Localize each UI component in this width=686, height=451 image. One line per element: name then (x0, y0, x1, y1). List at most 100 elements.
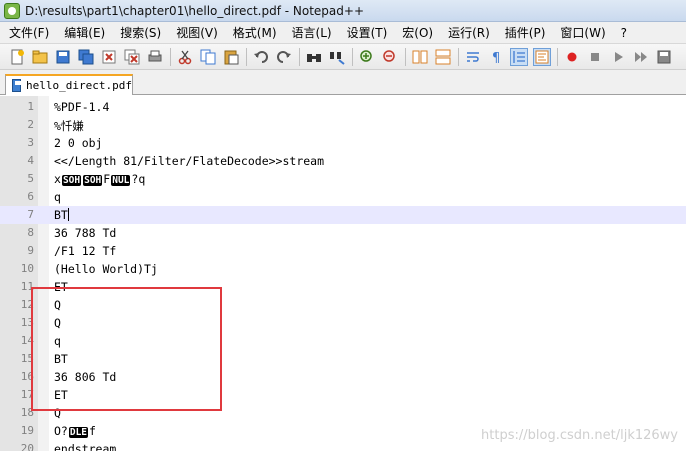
code-text: q (54, 190, 61, 204)
line-number: 2 (27, 118, 34, 131)
code-text: 2 0 obj (54, 136, 102, 150)
saved-file-icon (12, 79, 23, 92)
menu-item-7[interactable]: 宏(O) (393, 24, 439, 41)
toolbar-separator (557, 47, 558, 66)
copy-icon[interactable] (199, 48, 217, 66)
redo-icon[interactable] (275, 48, 293, 66)
play-macro-icon[interactable] (609, 48, 627, 66)
code-fragment: x (54, 172, 61, 186)
line-number: 10 (20, 262, 34, 275)
word-wrap-icon[interactable] (464, 48, 482, 66)
line-number: 18 (20, 406, 34, 419)
stop-record-icon[interactable] (586, 48, 604, 66)
code-text: %PDF-1.4 (54, 100, 109, 114)
open-file-icon[interactable] (31, 48, 49, 66)
replace-icon[interactable] (328, 48, 346, 66)
line-number: 3 (27, 136, 34, 149)
run-multiple-icon[interactable] (632, 48, 650, 66)
find-icon[interactable] (305, 48, 323, 66)
watermark: https://blog.csdn.net/ljk126wy (481, 428, 678, 443)
code-text: <</Length 81/Filter/FlateDecode>>stream (54, 154, 324, 168)
code-text: BT (54, 208, 69, 222)
code-fragment: ?q (131, 172, 146, 186)
new-file-icon[interactable] (8, 48, 26, 66)
close-icon[interactable] (100, 48, 118, 66)
line-number: 8 (27, 226, 34, 239)
code-fragment: q (54, 190, 61, 204)
line-number: 13 (20, 316, 34, 329)
line-number: 14 (20, 334, 34, 347)
menu-item-4[interactable]: 格式(M) (224, 24, 283, 41)
tab-strip: hello_direct.pdf (0, 70, 686, 95)
code-text: 36 788 Td (54, 226, 116, 240)
toolbar-separator (405, 47, 406, 66)
code-line[interactable]: 4 <</Length 81/Filter/FlateDecode>>stream (0, 152, 686, 170)
sync-horizontal-icon[interactable] (434, 48, 452, 66)
code-fragment: F (103, 172, 111, 186)
tab-hello-direct-pdf[interactable]: hello_direct.pdf (5, 74, 133, 95)
code-text: O? DLE f (54, 424, 96, 438)
line-number: 15 (20, 352, 34, 365)
toolbar-separator (246, 47, 247, 66)
code-line[interactable]: 2 %忏嫌 (0, 116, 686, 134)
code-fragment: O? (54, 424, 68, 438)
control-char-badge: SOH (61, 175, 82, 186)
print-icon[interactable] (146, 48, 164, 66)
document-map-icon[interactable] (533, 47, 551, 66)
code-fragment: BT (54, 208, 68, 222)
notepadpp-app-icon (4, 2, 20, 19)
code-line[interactable]: 9/F1 12 Tf (0, 242, 686, 260)
line-number: 11 (20, 280, 34, 293)
code-fragment: endstream (54, 442, 117, 451)
zoom-in-icon[interactable] (358, 48, 376, 66)
undo-icon[interactable] (252, 48, 270, 66)
svg-text:¶: ¶ (492, 51, 500, 65)
code-line[interactable]: 10 (Hello World)Tj (0, 260, 686, 278)
code-line[interactable]: 7 BT (0, 206, 686, 224)
code-line[interactable]: 8 36 788 Td (0, 224, 686, 242)
menu-item-8[interactable]: 运行(R) (439, 24, 496, 41)
menu-item-9[interactable]: 插件(P) (496, 24, 552, 41)
code-fragment: <</Length 81/Filter/FlateDecode>>stream (54, 154, 325, 168)
sync-vertical-icon[interactable] (411, 48, 429, 66)
code-line[interactable]: 6q (0, 188, 686, 206)
line-number: 7 (27, 208, 34, 221)
title-bar: D:\results\part1\chapter01\hello_direct.… (0, 0, 686, 22)
line-number: 9 (27, 244, 34, 257)
toolbar-separator (170, 47, 171, 66)
code-text: endstream (54, 442, 116, 451)
menu-item-11[interactable]: ? (612, 26, 633, 40)
editor-pane[interactable]: 1 %PDF-1.4 2 %忏嫌 3 2 0 obj 4 <</Length 81/Filte… (0, 96, 686, 451)
code-line[interactable]: 3 2 0 obj (0, 134, 686, 152)
line-number: 16 (20, 370, 34, 383)
menu-item-3[interactable]: 视图(V) (167, 24, 224, 41)
code-line[interactable]: 5 x SOH SOH F NUL ?q (0, 170, 686, 188)
close-all-icon[interactable] (123, 48, 141, 66)
menu-item-6[interactable]: 设置(T) (338, 24, 394, 41)
indent-guide-icon[interactable] (510, 47, 528, 66)
control-char-badge: SOH (83, 175, 103, 186)
code-line[interactable]: 1 %PDF-1.4 (0, 98, 686, 116)
red-highlight-box (31, 287, 222, 411)
menu-item-2[interactable]: 搜索(S) (111, 24, 167, 41)
code-text: /F1 12 Tf (54, 244, 116, 258)
menu-item-10[interactable]: 窗口(W) (551, 24, 611, 41)
zoom-out-icon[interactable] (381, 48, 399, 66)
toolbar-separator (299, 47, 300, 66)
menu-item-0[interactable]: 文件(F) (0, 24, 55, 41)
window-title: D:\results\part1\chapter01\hello_direct.… (25, 3, 365, 18)
paste-icon[interactable] (222, 48, 240, 66)
code-text: x SOH SOH F NUL ?q (54, 172, 145, 186)
save-macro-icon[interactable] (655, 48, 673, 66)
line-number: 17 (20, 388, 34, 401)
save-all-icon[interactable] (77, 48, 95, 66)
tab-label: hello_direct.pdf (26, 79, 132, 92)
cut-icon[interactable] (176, 48, 194, 66)
menu-item-5[interactable]: 语言(L) (283, 24, 338, 41)
record-macro-icon[interactable] (563, 48, 581, 66)
line-number: 6 (27, 190, 34, 203)
save-icon[interactable] (54, 48, 72, 66)
show-all-chars-icon[interactable]: ¶ (487, 48, 505, 66)
code-fragment: %PDF-1.4 (54, 100, 110, 114)
menu-item-1[interactable]: 编辑(E) (55, 24, 111, 41)
